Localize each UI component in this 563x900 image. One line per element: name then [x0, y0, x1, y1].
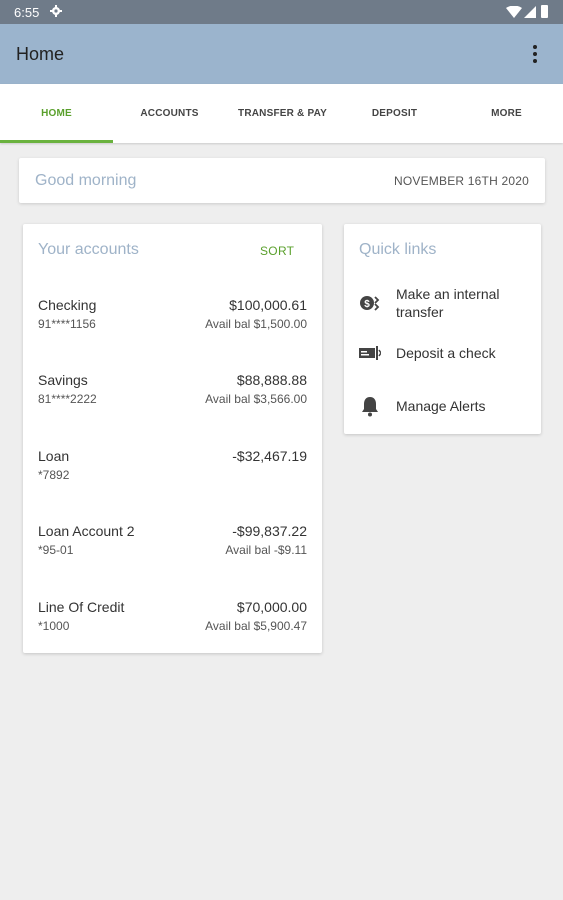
account-available-balance: Avail bal $5,900.47 — [205, 619, 307, 633]
app-bar: Home — [0, 24, 563, 84]
bell-icon — [362, 397, 378, 417]
quick-links-title: Quick links — [359, 241, 437, 258]
tab-more[interactable]: MORE — [450, 84, 563, 143]
account-available-balance: Avail bal -$9.11 — [225, 543, 307, 557]
tab-deposit[interactable]: DEPOSIT — [338, 84, 451, 143]
account-name: Savings — [38, 372, 88, 388]
sort-button[interactable]: SORT — [260, 244, 294, 258]
overflow-menu-icon[interactable] — [524, 41, 546, 67]
account-number: 91****1156 — [38, 317, 96, 331]
account-balance: -$32,467.19 — [232, 448, 307, 464]
tab-accounts[interactable]: ACCOUNTS — [113, 84, 226, 143]
account-name: Line Of Credit — [38, 599, 125, 615]
quick-link-label: Make an internal transfer — [396, 286, 500, 320]
accounts-title: Your accounts — [38, 241, 139, 258]
account-row-loan-account-2[interactable]: Loan Account 2 *95-01 -$99,837.22 Avail … — [23, 523, 322, 573]
check-deposit-icon — [359, 346, 381, 360]
account-balance: $100,000.61 — [229, 297, 307, 313]
account-balance: $88,888.88 — [236, 372, 307, 388]
quick-link-label: Manage Alerts — [396, 398, 486, 414]
battery-icon — [541, 5, 548, 18]
wifi-icon — [506, 6, 522, 18]
account-name: Loan — [38, 448, 70, 464]
quick-link-deposit-check[interactable]: Deposit a check — [344, 344, 541, 368]
account-name: Checking — [38, 297, 97, 313]
status-bar: 6:55 — [0, 0, 563, 24]
tab-transfer-pay[interactable]: TRANSFER & PAY — [226, 84, 339, 143]
account-row-checking[interactable]: Checking 91****1156 $100,000.61 Avail ba… — [23, 297, 322, 347]
account-number: *7892 — [38, 468, 70, 482]
page-title: Home — [16, 44, 65, 64]
account-balance: $70,000.00 — [236, 599, 307, 615]
svg-text:$: $ — [364, 299, 370, 310]
account-balance: -$99,837.22 — [232, 523, 307, 539]
greeting-date: NOVEMBER 16TH 2020 — [394, 174, 529, 188]
quick-link-label: Deposit a check — [396, 345, 496, 361]
quick-link-manage-alerts[interactable]: Manage Alerts — [344, 397, 541, 421]
account-number: 81****2222 — [38, 392, 97, 406]
account-row-loan[interactable]: Loan *7892 -$32,467.19 — [23, 448, 322, 498]
quick-links-card: Quick links $ Make an internal transfer … — [344, 224, 541, 434]
account-number: *95-01 — [38, 543, 74, 557]
account-number: *1000 — [38, 619, 70, 633]
greeting-text: Good morning — [35, 172, 137, 189]
account-available-balance: Avail bal $1,500.00 — [205, 317, 307, 331]
quick-link-internal-transfer[interactable]: $ Make an internal transfer — [344, 284, 541, 324]
greeting-banner: Good morning NOVEMBER 16TH 2020 — [19, 158, 545, 203]
account-row-line-of-credit[interactable]: Line Of Credit *1000 $70,000.00 Avail ba… — [23, 599, 322, 649]
tab-bar: HOME ACCOUNTS TRANSFER & PAY DEPOSIT MOR… — [0, 84, 563, 143]
tab-home[interactable]: HOME — [0, 84, 113, 143]
status-time: 6:55 — [14, 5, 40, 20]
account-name: Loan Account 2 — [38, 523, 135, 539]
signal-icon — [524, 6, 536, 18]
settings-gear-icon — [50, 5, 62, 17]
account-available-balance: Avail bal $3,566.00 — [205, 392, 307, 406]
accounts-card: Your accounts SORT Checking 91****1156 $… — [23, 224, 322, 653]
transfer-icon: $ — [360, 296, 380, 311]
account-row-savings[interactable]: Savings 81****2222 $88,888.88 Avail bal … — [23, 372, 322, 422]
